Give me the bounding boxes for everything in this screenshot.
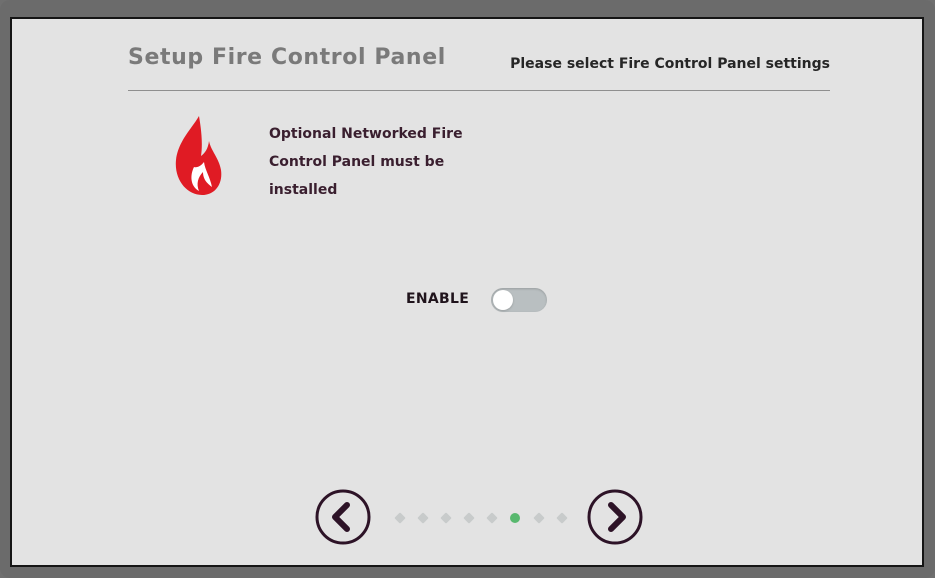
page-dot bbox=[440, 512, 452, 524]
enable-label: ENABLE bbox=[406, 291, 470, 307]
page-dot bbox=[486, 512, 498, 524]
page-dot bbox=[556, 512, 568, 524]
page-indicator bbox=[392, 511, 568, 524]
notice-line: Control Panel must be bbox=[269, 154, 445, 170]
page-dot bbox=[463, 512, 475, 524]
notice-line: installed bbox=[269, 182, 338, 198]
setup-screen: Setup Fire Control Panel Please select F… bbox=[10, 17, 924, 567]
page-dot bbox=[417, 512, 429, 524]
chevron-right-icon bbox=[608, 502, 626, 532]
device-frame: Setup Fire Control Panel Please select F… bbox=[0, 0, 935, 578]
previous-button[interactable] bbox=[314, 488, 372, 546]
page-dot bbox=[394, 512, 406, 524]
page-subtitle: Please select Fire Control Panel setting… bbox=[510, 56, 830, 72]
page-title: Setup Fire Control Panel bbox=[128, 45, 446, 70]
chevron-left-icon bbox=[332, 502, 350, 532]
next-button[interactable] bbox=[586, 488, 644, 546]
notice-message: Optional Networked Fire Control Panel mu… bbox=[269, 120, 499, 204]
page-dot bbox=[533, 512, 545, 524]
toggle-knob bbox=[493, 290, 513, 310]
current-page-dot bbox=[510, 513, 520, 523]
notice-line: Optional Networked Fire bbox=[269, 126, 463, 142]
page-header: Setup Fire Control Panel Please select F… bbox=[128, 44, 830, 91]
enable-toggle[interactable] bbox=[491, 288, 547, 312]
flame-icon bbox=[175, 116, 222, 195]
